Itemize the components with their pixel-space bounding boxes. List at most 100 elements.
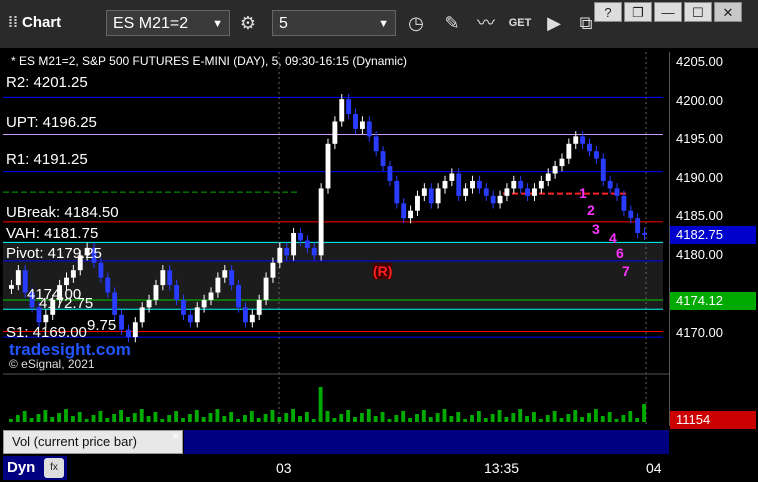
study-icon[interactable]: 〰 [472, 10, 500, 36]
volume-bar [146, 416, 151, 422]
axis-tick: 4190.00 [676, 170, 723, 185]
volume-bar [573, 410, 578, 422]
copyright: © eSignal, 2021 [9, 357, 95, 371]
volume-bar [167, 415, 172, 422]
candle-body [580, 136, 586, 144]
interval-value: 5 [279, 15, 288, 32]
volume-bar [194, 410, 199, 422]
volume-bar [139, 409, 144, 422]
volume-bar [222, 416, 227, 422]
price-chart[interactable]: 12 346 7 * ES M21=2, S&P 500 FUTURES E-MIN… [3, 52, 669, 426]
play-icon[interactable]: ▶ [540, 10, 568, 36]
volume-bar [132, 413, 137, 422]
volume-bar [394, 415, 399, 422]
candle-body [263, 277, 269, 300]
candle-body [476, 180, 482, 189]
candle-body [435, 188, 441, 204]
candle-body [353, 114, 358, 129]
volume-bar [125, 417, 130, 422]
clock-icon[interactable]: ◷ [402, 10, 430, 36]
grip-icon[interactable]: ⁞⁞ [8, 14, 22, 31]
candle-body [359, 121, 365, 129]
volume-bar [263, 414, 268, 422]
fx-icon[interactable]: fx [44, 458, 64, 478]
get-icon[interactable]: GET [506, 10, 534, 36]
candle-body [70, 270, 76, 278]
candle-body [98, 262, 104, 278]
volume-bar [470, 415, 474, 422]
restore-label: ❐ [632, 5, 644, 20]
volume-bar [229, 412, 234, 422]
volume-bar [332, 418, 337, 422]
volume-bar [580, 417, 585, 422]
volume-bar [435, 413, 440, 422]
candle-body [318, 188, 324, 256]
help-button[interactable]: ? [594, 2, 622, 22]
volume-bar [174, 411, 179, 422]
level-r1: R1: 4191.25 [6, 151, 88, 168]
app-title-label: Chart [22, 14, 62, 31]
volume-bar [490, 414, 495, 422]
chevron-down-icon[interactable]: ▼ [378, 11, 389, 37]
level-vah: VAH: 4181.75 [6, 225, 99, 242]
app-title: ⁞⁞ Chart [8, 14, 61, 31]
axis-tick: 4185.00 [676, 208, 723, 223]
volume-bar [105, 418, 110, 422]
chart-svg: 12 346 7 [3, 52, 669, 426]
candle-body [559, 158, 565, 167]
symbol-input[interactable]: ES M21=2 ▼ [106, 10, 230, 36]
candle-body [346, 99, 352, 115]
volume-bar [428, 417, 433, 422]
candle-body [442, 180, 448, 189]
volume-bar [518, 409, 523, 422]
candle-body [64, 277, 69, 286]
close-button[interactable]: ✕ [714, 2, 742, 22]
volume-bar [22, 411, 27, 422]
candle-body [428, 188, 434, 204]
volume-bar [160, 419, 165, 422]
volume-bar [566, 414, 571, 422]
volume-bar [538, 419, 543, 422]
volume-bar [353, 417, 357, 422]
candle-body [483, 188, 489, 196]
volume-bar [9, 419, 13, 422]
volume-bar [153, 412, 158, 422]
level-red-partial: 9.75 [87, 317, 117, 334]
volume-bar [215, 409, 220, 422]
volume-bar [366, 409, 371, 422]
candle-body [229, 270, 235, 286]
minimize-button[interactable]: — [654, 2, 682, 22]
candle-body [311, 247, 317, 256]
candle-body [325, 143, 331, 189]
sequence-marker: 6 [616, 245, 624, 261]
pencil-icon[interactable]: ✎ [438, 10, 466, 36]
volume-bar [401, 411, 406, 422]
volume-bar [483, 418, 488, 422]
volume-legend[interactable]: Vol (current price bar) [3, 430, 183, 454]
volume-bar [43, 410, 48, 422]
price-axis[interactable]: 4205.00 4200.00 4195.00 4190.00 4185.00 … [669, 52, 756, 429]
interval-input[interactable]: 5 ▼ [272, 10, 396, 36]
candle-body [394, 180, 400, 204]
volume-bar [587, 413, 591, 422]
volume-bar [36, 414, 41, 422]
candle-body [511, 180, 517, 189]
candle-body [208, 292, 214, 300]
candle-body [132, 322, 138, 338]
chevron-down-icon[interactable]: ▼ [212, 11, 223, 37]
gear-icon[interactable]: ⚙ [234, 10, 262, 36]
volume-bar [298, 416, 302, 422]
close-icon[interactable]: × [172, 428, 180, 443]
maximize-button[interactable]: ☐ [684, 2, 712, 22]
r-marker: (R) [373, 263, 393, 279]
volume-bar [525, 416, 530, 422]
axis-tick: 4180.00 [676, 247, 723, 262]
help-label: ? [604, 5, 612, 20]
volume-bar [91, 415, 96, 422]
candle-body [43, 314, 49, 323]
restore-button[interactable]: ❐ [624, 2, 652, 22]
sequence-marker: 3 [592, 221, 600, 237]
candle-body [642, 233, 647, 235]
volume-bar [628, 411, 633, 422]
candle-body [421, 188, 427, 196]
